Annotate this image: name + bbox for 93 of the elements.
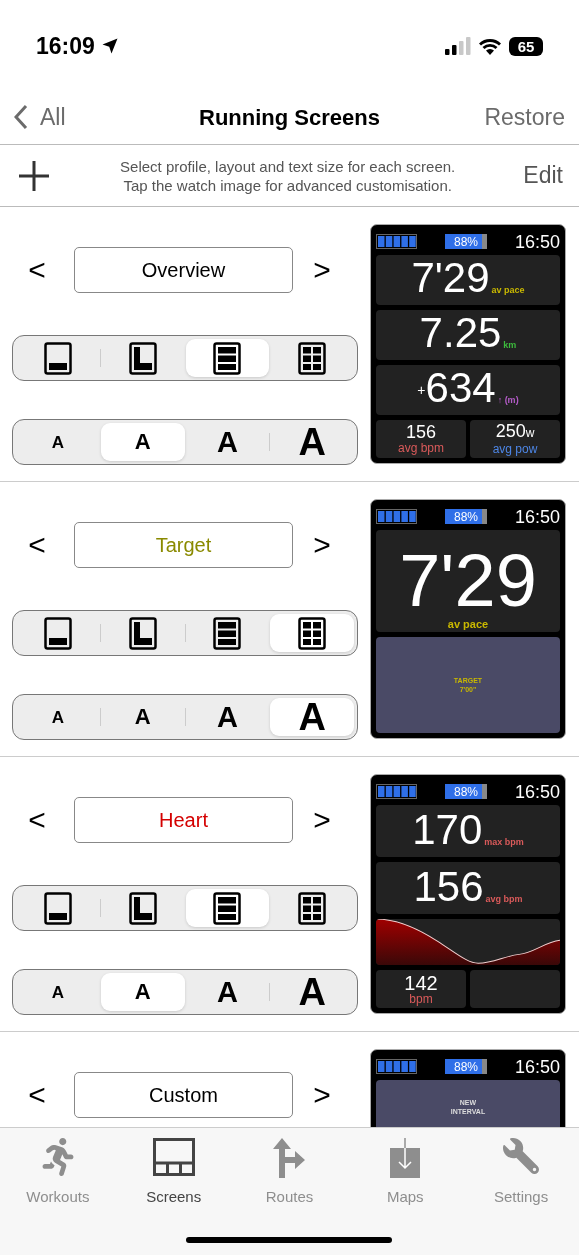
previous-button[interactable]: < (0, 530, 74, 560)
layout-icon (128, 891, 157, 925)
layout-icon (128, 341, 157, 375)
restore-button[interactable]: Restore (435, 99, 565, 135)
next-button[interactable]: > (293, 255, 351, 285)
profile-name: Heart (159, 808, 208, 833)
segment-option[interactable]: A (270, 698, 354, 736)
profile-name: Custom (149, 1083, 218, 1108)
next-button[interactable]: > (293, 805, 351, 835)
metric-unit: km (503, 338, 517, 352)
metric-unit: max bpm (484, 835, 524, 849)
previous-button[interactable]: < (0, 805, 74, 835)
metric-value: 7'29 (411, 257, 490, 299)
tab-item[interactable]: Screens (115, 1138, 232, 1208)
page-title: Running Screens (199, 103, 380, 132)
download-box-icon (390, 1138, 421, 1178)
charge-percent: 88% (453, 785, 478, 798)
charge-percent: 88% (453, 1060, 478, 1073)
profile-name-field[interactable]: Heart (74, 797, 293, 843)
previous-button[interactable]: < (0, 1080, 74, 1110)
charge-percent: 88% (453, 235, 478, 248)
metric-value: 634 (425, 367, 496, 409)
metric-unit: avg bpm (398, 442, 444, 455)
segment-option[interactable]: A (270, 423, 354, 461)
profile-name-field[interactable]: Overview (74, 247, 293, 293)
metric-unit: avg pow (492, 443, 538, 456)
profile-name-field[interactable]: Target (74, 522, 293, 568)
status-time: 16:09 (36, 31, 95, 61)
segment-option[interactable]: A (16, 698, 100, 736)
metric-unit: av pace (447, 618, 489, 631)
battery-cells-icon (376, 784, 417, 799)
segment-option[interactable] (185, 339, 270, 377)
segment-option[interactable]: A (100, 698, 185, 736)
metric-value: 156 (413, 866, 484, 908)
layout-icon (213, 891, 242, 925)
metric-value: 7.25 (419, 312, 502, 354)
segment-option[interactable]: A (270, 973, 354, 1011)
layout-icon (298, 616, 327, 650)
next-button[interactable]: > (293, 530, 351, 560)
screen-layout-icon (152, 1138, 195, 1176)
segment-option[interactable]: A (16, 423, 100, 461)
metric-unit: ↑ (m) (497, 393, 519, 407)
layout-icon (43, 891, 72, 925)
next-button[interactable]: > (293, 1080, 351, 1110)
layout-icon (213, 616, 242, 650)
segment-option[interactable] (185, 889, 270, 927)
route-fork-icon (273, 1138, 306, 1178)
layout-icon (213, 341, 242, 375)
profile-name: Overview (141, 258, 226, 283)
metric-value: 142 (404, 972, 438, 993)
metric-prefix: + (417, 383, 426, 397)
battery-cells-icon (376, 1059, 417, 1074)
previous-button[interactable]: < (0, 255, 74, 285)
profile-name-field[interactable]: Custom (74, 1072, 293, 1118)
watch-preview[interactable]: 88% 16:50 170 max bpm 156 avg bpm 142 bpm (370, 774, 566, 1014)
signal-icon (445, 37, 471, 55)
back-button[interactable]: All (14, 99, 144, 135)
edit-button[interactable]: Edit (523, 158, 563, 193)
battery-cells-icon (376, 234, 417, 249)
metric-unit: av pace (491, 283, 525, 297)
watch-time: 16:50 (514, 232, 560, 251)
battery-percent: 65 (517, 38, 535, 54)
watch-time: 16:50 (514, 507, 560, 526)
segment-option[interactable]: A (100, 973, 185, 1011)
segment-option[interactable] (270, 614, 354, 652)
watch-time: 16:50 (514, 1057, 560, 1076)
battery-cells-icon (376, 509, 417, 524)
segment-option[interactable]: A (16, 973, 100, 1011)
segment-option[interactable]: A (100, 423, 185, 461)
watch-time: 16:50 (514, 782, 560, 801)
metric-unit: bpm (409, 992, 433, 1006)
layout-icon (298, 341, 327, 375)
layout-icon (128, 616, 157, 650)
watch-preview[interactable]: 88% 16:50 7'29 av pace 7.25 km +634↑ (m) 156 avg bpm 250w avg pow (370, 224, 566, 464)
location-arrow-icon (100, 37, 119, 55)
instructions-text: Select profile, layout and text size for each screen. Tap the watch image for advanced customisation. (119, 156, 457, 195)
segment-option[interactable]: A (185, 423, 270, 461)
segment-option[interactable]: A (185, 973, 270, 1011)
metric-value: 170 (412, 809, 483, 851)
settings-icon (503, 1138, 540, 1174)
metric-value: 7'29 (399, 544, 537, 619)
metric-unit: avg bpm (485, 892, 523, 906)
back-chevron-icon (14, 104, 28, 130)
profile-name: Target (155, 533, 212, 558)
charge-percent: 88% (453, 510, 478, 523)
metric-value: 156 (405, 423, 436, 442)
layout-icon (298, 891, 327, 925)
metric-value: 250w (495, 422, 535, 443)
layout-icon (43, 616, 72, 650)
plus-icon (17, 158, 51, 193)
segment-option[interactable]: A (185, 698, 270, 736)
layout-icon (43, 341, 72, 375)
wifi-icon (478, 37, 502, 55)
